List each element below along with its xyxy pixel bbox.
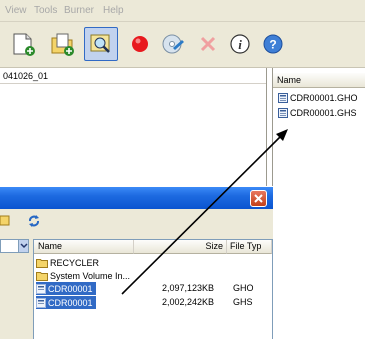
list-item[interactable]: CDR00001 2,002,242KB GHS bbox=[34, 296, 272, 309]
menu-help[interactable]: Help bbox=[103, 5, 124, 16]
find-image-button[interactable] bbox=[88, 31, 114, 57]
file-name: RECYCLER bbox=[50, 257, 100, 268]
column-header-label: Size bbox=[205, 241, 223, 251]
file-name: CDR00001 bbox=[48, 297, 93, 308]
add-files-button[interactable] bbox=[50, 31, 76, 57]
explorer-window: Name Size File Typ RECYCLER System Volum… bbox=[0, 186, 273, 339]
record-button[interactable] bbox=[127, 31, 153, 57]
column-header-label: Name bbox=[38, 241, 63, 251]
list-item[interactable]: System Volume In... bbox=[34, 269, 272, 282]
list-item[interactable]: CDR00001.GHS bbox=[278, 107, 357, 119]
list-item[interactable]: RECYCLER bbox=[34, 256, 272, 269]
add-files-icon bbox=[50, 31, 76, 57]
list-item[interactable]: CDR00001 2,097,123KB GHO bbox=[34, 282, 272, 295]
drive-select[interactable] bbox=[0, 239, 29, 253]
help-icon: ? bbox=[260, 31, 286, 57]
path-bar: 041026_01 bbox=[0, 68, 266, 84]
erase-disc-button[interactable] bbox=[160, 31, 186, 57]
column-header-size[interactable]: Size bbox=[134, 240, 227, 254]
refresh-icon[interactable] bbox=[27, 214, 41, 228]
compilation-pane: Name CDR00001.GHO CDR00001.GHS bbox=[272, 68, 365, 339]
delete-icon bbox=[195, 31, 221, 57]
file-name: System Volume In... bbox=[50, 270, 131, 281]
column-header-label: Name bbox=[277, 75, 302, 85]
close-icon bbox=[251, 191, 266, 206]
info-button[interactable]: i bbox=[227, 31, 253, 57]
column-header-type[interactable]: File Typ bbox=[227, 240, 272, 254]
new-document-button[interactable] bbox=[10, 31, 36, 57]
svg-text:i: i bbox=[238, 37, 242, 52]
file-icon bbox=[278, 93, 288, 103]
delete-button[interactable] bbox=[195, 31, 221, 57]
column-header-name[interactable]: Name bbox=[273, 73, 365, 88]
window-title-bar[interactable] bbox=[0, 187, 273, 209]
explorer-toolbar bbox=[0, 209, 273, 235]
file-size: 2,097,123KB bbox=[162, 283, 215, 293]
menu-bar: View Tools Burner Help bbox=[0, 0, 365, 22]
column-header-label: File Typ bbox=[230, 241, 262, 251]
record-icon bbox=[127, 31, 153, 57]
column-header-name[interactable]: Name bbox=[34, 240, 134, 254]
file-list: Name Size File Typ RECYCLER System Volum… bbox=[33, 239, 273, 339]
find-image-icon bbox=[88, 31, 114, 57]
new-document-icon bbox=[10, 31, 36, 57]
toolbar: i ? bbox=[0, 22, 365, 68]
file-name: CDR00001.GHO bbox=[290, 93, 358, 103]
menu-view[interactable]: View bbox=[5, 5, 27, 16]
menu-burner[interactable]: Burner bbox=[64, 5, 94, 16]
file-type: GHO bbox=[233, 283, 254, 293]
file-icon bbox=[36, 297, 46, 308]
up-folder-icon[interactable] bbox=[0, 213, 10, 227]
list-item[interactable]: CDR00001.GHO bbox=[278, 92, 358, 104]
folder-icon bbox=[36, 258, 48, 268]
close-button[interactable] bbox=[250, 190, 267, 207]
chevron-down-icon[interactable] bbox=[18, 240, 28, 252]
info-icon: i bbox=[227, 31, 253, 57]
erase-disc-icon bbox=[160, 31, 186, 57]
file-name: CDR00001.GHS bbox=[290, 108, 357, 118]
folder-icon bbox=[36, 271, 48, 281]
svg-text:?: ? bbox=[269, 38, 276, 52]
file-size: 2,002,242KB bbox=[162, 297, 215, 307]
file-type: GHS bbox=[233, 297, 253, 307]
file-name: CDR00001 bbox=[48, 283, 93, 294]
help-button[interactable]: ? bbox=[260, 31, 286, 57]
file-icon bbox=[278, 108, 288, 118]
path-label: 041026_01 bbox=[3, 71, 49, 81]
file-icon bbox=[36, 283, 46, 294]
menu-tools[interactable]: Tools bbox=[34, 5, 57, 16]
